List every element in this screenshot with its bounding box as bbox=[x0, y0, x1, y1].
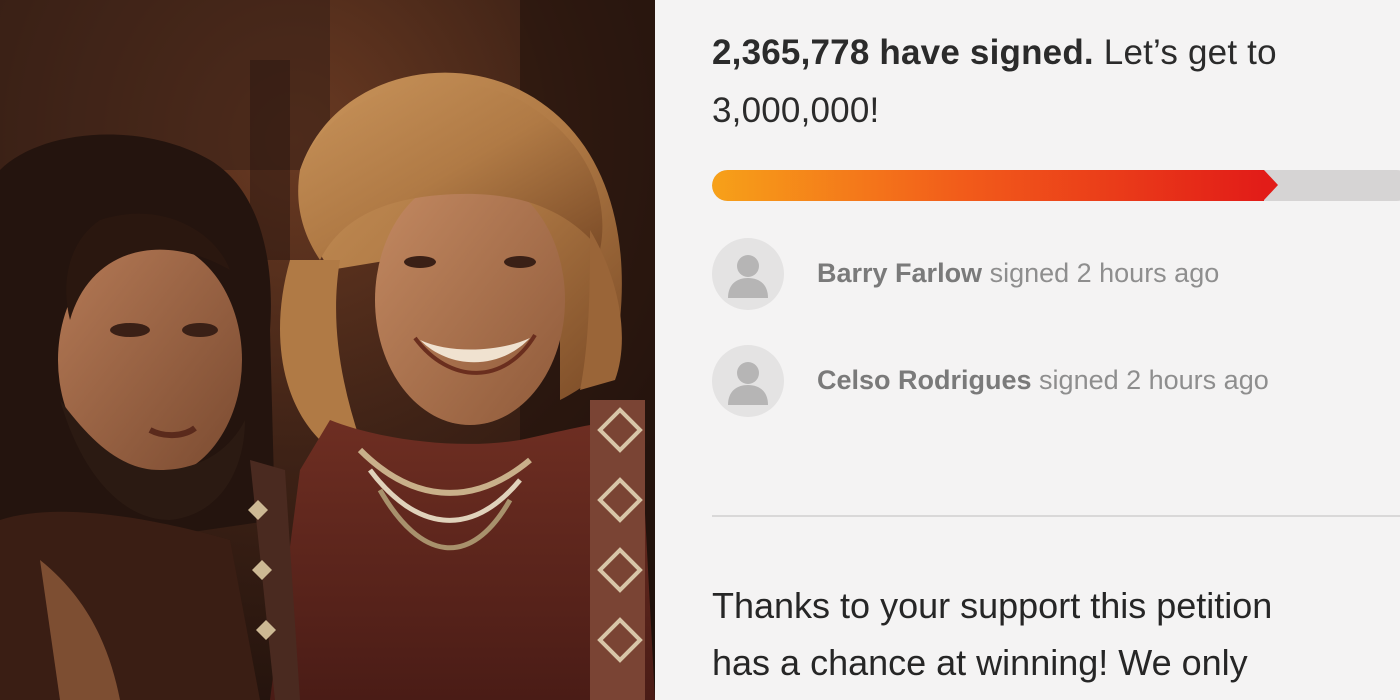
movie-still-photo bbox=[0, 0, 655, 700]
recent-signer-row: Celso Rodrigues signed 2 hours ago bbox=[712, 345, 1400, 421]
petition-message-line: Thanks to your support this petition bbox=[712, 585, 1273, 626]
signature-progress-bar bbox=[712, 170, 1400, 201]
signer-text: Barry Farlow signed 2 hours ago bbox=[817, 258, 1219, 289]
section-divider bbox=[712, 515, 1400, 517]
recent-signer-row: Barry Farlow signed 2 hours ago bbox=[712, 238, 1400, 314]
signer-name: Barry Farlow bbox=[817, 258, 983, 288]
signer-time: signed 2 hours ago bbox=[1031, 365, 1269, 395]
signer-time: signed 2 hours ago bbox=[982, 258, 1220, 288]
petition-message: Thanks to your support this petition has… bbox=[712, 577, 1400, 691]
signature-count: 2,365,778 have signed. bbox=[712, 33, 1094, 72]
screenshot-frame: 2,365,778 have signed. Let’s get to 3,00… bbox=[0, 0, 1400, 700]
progress-bar-fill bbox=[712, 170, 1264, 201]
person-silhouette-icon bbox=[712, 345, 784, 417]
signer-text: Celso Rodrigues signed 2 hours ago bbox=[817, 365, 1269, 396]
person-silhouette-icon bbox=[712, 238, 784, 310]
signer-name: Celso Rodrigues bbox=[817, 365, 1032, 395]
signature-count-headline: 2,365,778 have signed. Let’s get to 3,00… bbox=[712, 24, 1400, 140]
progress-bar-tip bbox=[1263, 170, 1278, 200]
petition-panel: 2,365,778 have signed. Let’s get to 3,00… bbox=[655, 0, 1400, 700]
petition-message-line: has a chance at winning! We only bbox=[712, 642, 1248, 683]
